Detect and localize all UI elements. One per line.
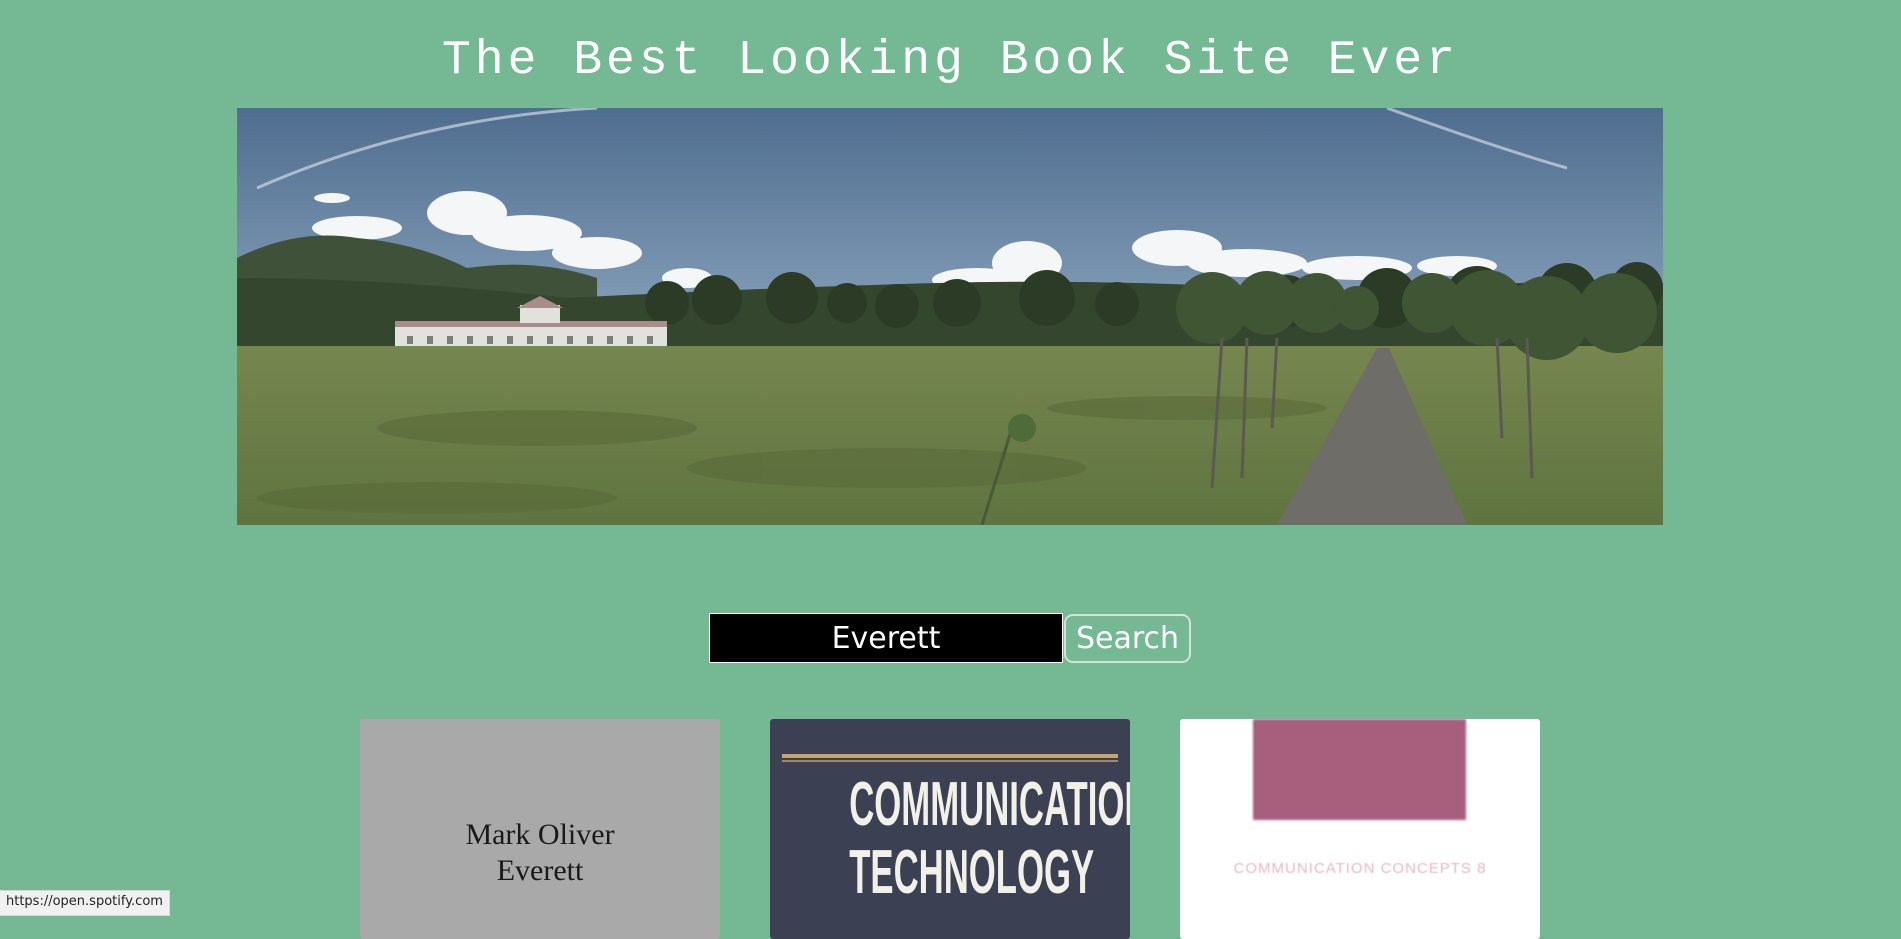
book-cover-text: Mark Oliver Everett [465, 818, 615, 887]
book-result-card[interactable]: COMMUNICATION CONCEPTS 8 [1180, 719, 1540, 939]
site-title: The Best Looking Book Site Ever [442, 34, 1459, 88]
search-button[interactable]: Search [1064, 614, 1191, 663]
hero-banner-image [237, 108, 1663, 525]
browser-status-bar: https://open.spotify.com [0, 890, 170, 916]
cover-decoration [782, 754, 1118, 758]
search-input[interactable] [709, 613, 1063, 663]
cover-decoration [1253, 719, 1466, 820]
book-result-card[interactable]: COMMUNICATION TECHNOLOGY [770, 719, 1130, 939]
book-cover-text: COMMUNICATION CONCEPTS 8 [1233, 860, 1487, 877]
cover-decoration [782, 760, 1118, 762]
book-cover-text: COMMUNICATION TECHNOLOGY [849, 770, 1130, 907]
book-result-card[interactable]: Mark Oliver Everett [360, 719, 720, 939]
